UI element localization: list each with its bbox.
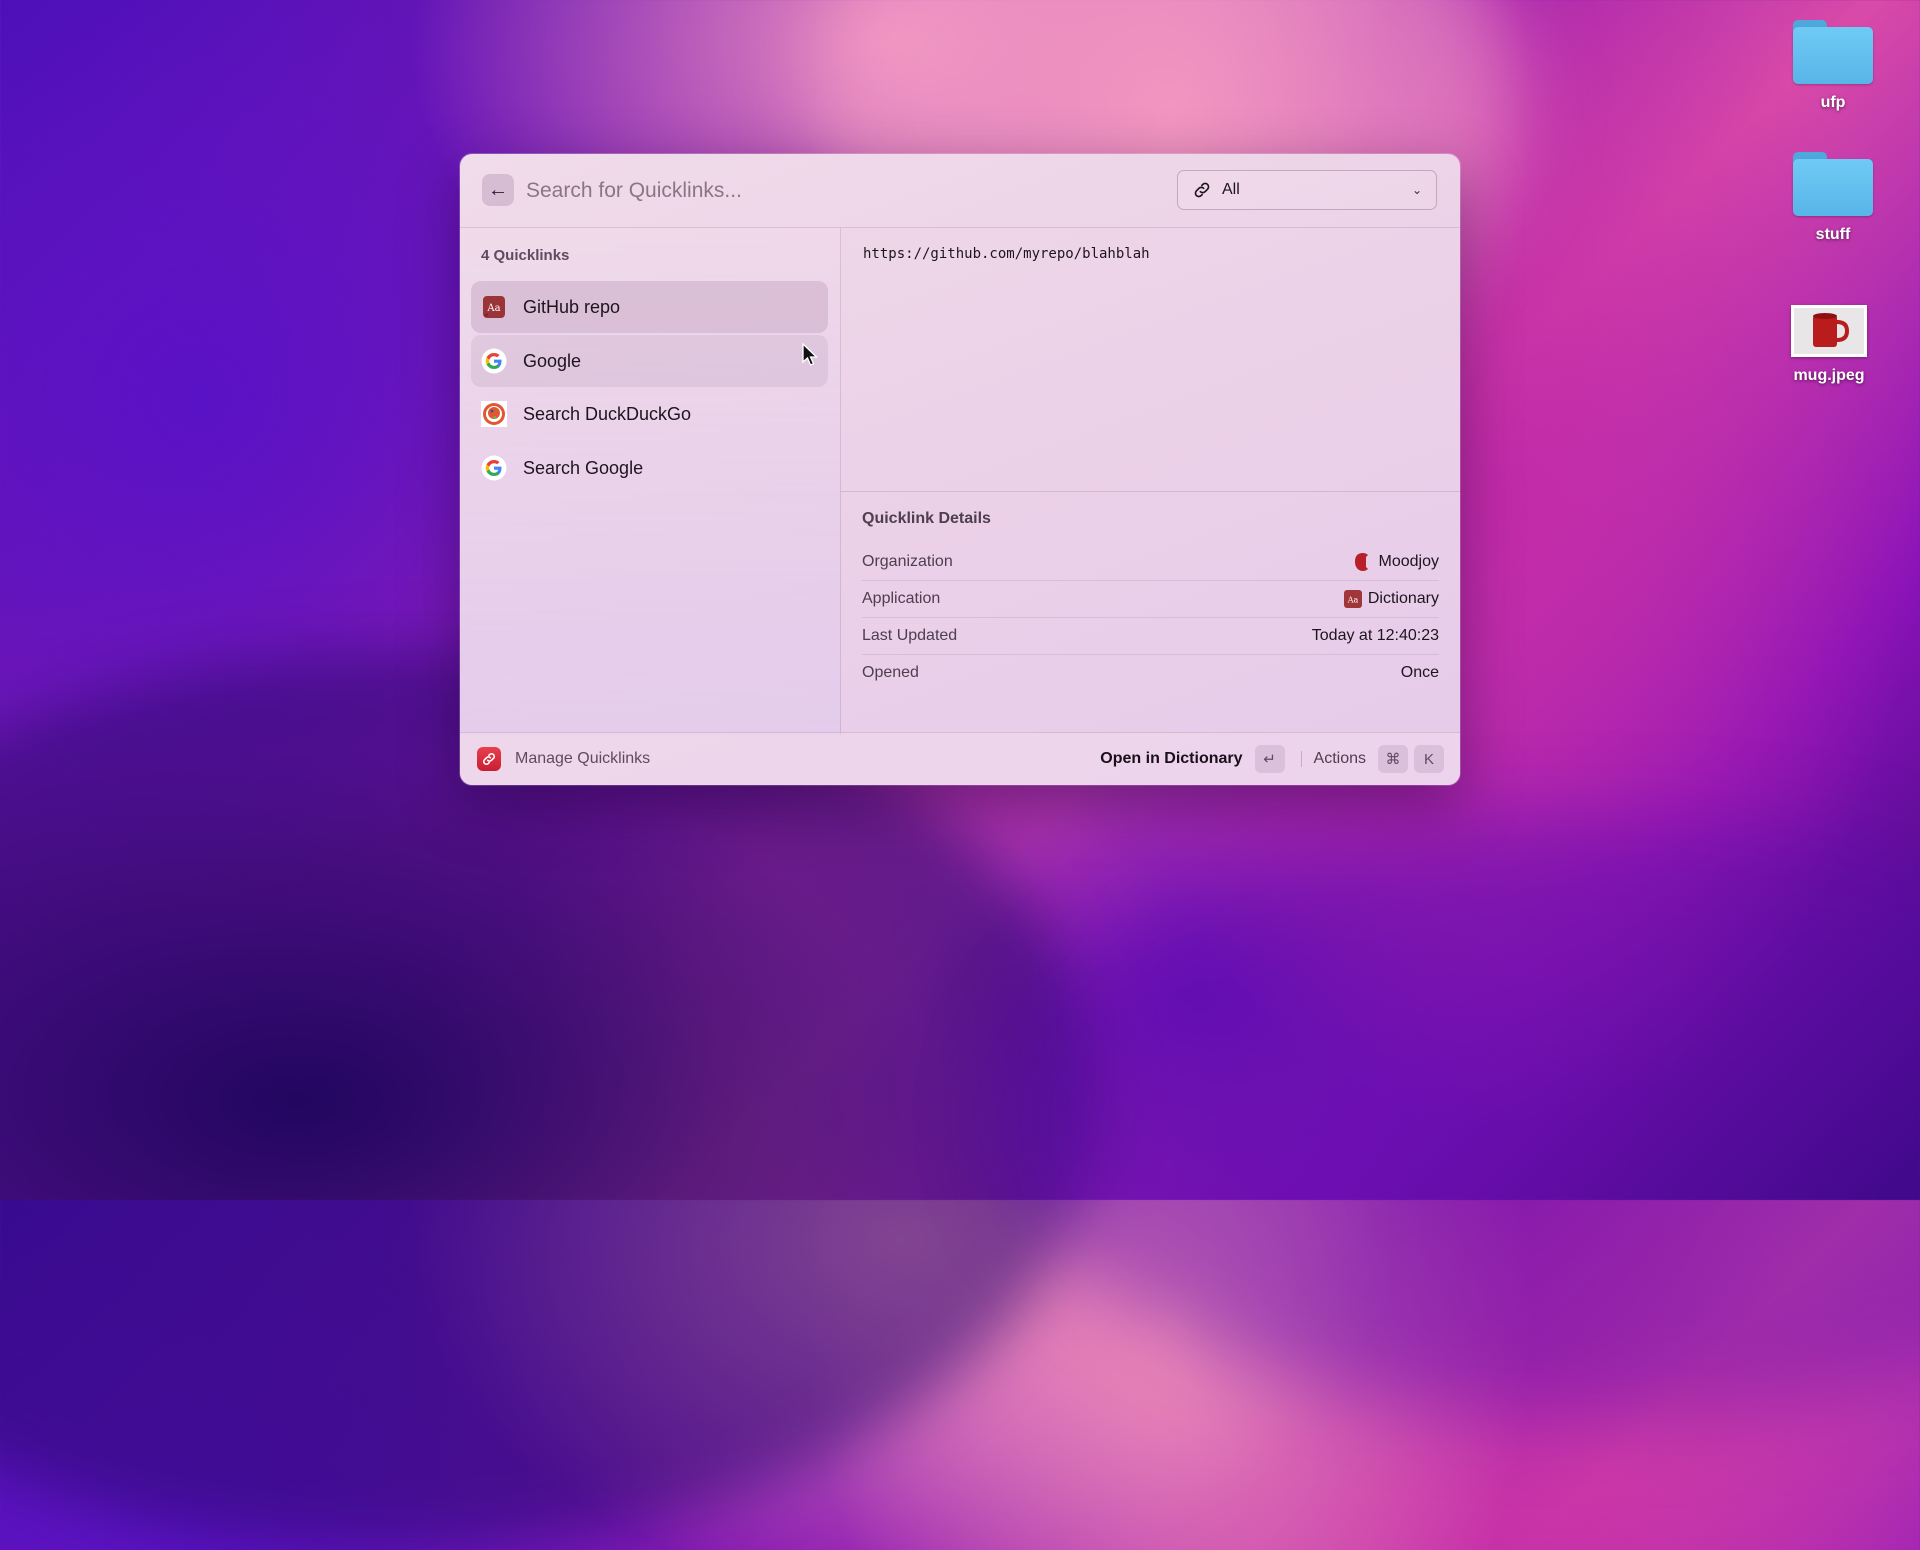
svg-text:Aa: Aa bbox=[1347, 595, 1359, 604]
duckduckgo-icon bbox=[481, 401, 507, 427]
dictionary-app-icon: Aa bbox=[1343, 589, 1362, 608]
desktop-item-label: stuff bbox=[1815, 226, 1851, 243]
quicklink-details: Quicklink Details Organization Moodjoy A… bbox=[841, 491, 1460, 735]
list-item[interactable]: Aa GitHub repo bbox=[471, 281, 828, 333]
desktop-item-stuff[interactable]: stuff bbox=[1773, 152, 1893, 244]
wallpaper-wave bbox=[0, 650, 1100, 1550]
detail-key: Application bbox=[862, 589, 941, 607]
detail-key: Opened bbox=[862, 663, 919, 681]
action-bar: Manage Quicklinks Open in Dictionary ↵ A… bbox=[460, 732, 1460, 785]
link-icon bbox=[1194, 182, 1210, 198]
detail-row-application: Application Aa Dictionary bbox=[862, 580, 1439, 618]
google-icon bbox=[481, 455, 507, 481]
detail-key: Last Updated bbox=[862, 626, 958, 644]
back-button[interactable]: ← bbox=[482, 174, 514, 206]
detail-panel: https://github.com/myrepo/blahblah Quick… bbox=[841, 228, 1460, 735]
arrow-left-icon: ← bbox=[488, 178, 508, 201]
detail-value: Moodjoy bbox=[1378, 552, 1439, 570]
quicklinks-list: 4 Quicklinks Aa GitHub repo Google Searc… bbox=[460, 228, 841, 735]
detail-value: Dictionary bbox=[1367, 589, 1439, 607]
details-title: Quicklink Details bbox=[862, 510, 991, 527]
search-input[interactable] bbox=[524, 172, 1128, 210]
desktop-item-ufp[interactable]: ufp bbox=[1773, 20, 1893, 112]
quicklinks-app-icon bbox=[477, 747, 501, 771]
detail-row-organization: Organization Moodjoy bbox=[862, 543, 1439, 581]
image-thumbnail-icon bbox=[1791, 305, 1867, 357]
moodjoy-icon bbox=[1353, 552, 1373, 572]
detail-value: Today at 12:40:23 bbox=[1311, 626, 1439, 644]
list-item[interactable]: Search DuckDuckGo bbox=[471, 388, 828, 440]
quicklinks-window: ← All ⌄ 4 Quicklinks Aa GitHub repo bbox=[460, 154, 1460, 785]
k-key-icon: K bbox=[1414, 745, 1444, 773]
list-item-label: Google bbox=[523, 350, 582, 371]
google-icon bbox=[481, 348, 507, 374]
list-item-label: Search Google bbox=[523, 457, 644, 478]
enter-key-icon: ↵ bbox=[1254, 745, 1285, 773]
manage-quicklinks-label[interactable]: Manage Quicklinks bbox=[515, 750, 650, 768]
filter-dropdown[interactable]: All ⌄ bbox=[1177, 170, 1437, 210]
desktop-item-label: ufp bbox=[1820, 94, 1846, 111]
folder-icon bbox=[1793, 152, 1873, 216]
detail-value: Once bbox=[1400, 663, 1439, 681]
wallpaper-wave bbox=[1000, 820, 1920, 1420]
desktop-item-label: mug.jpeg bbox=[1793, 367, 1865, 384]
detail-row-opened: Opened Once bbox=[862, 654, 1439, 691]
actions-button[interactable]: Actions bbox=[1314, 750, 1366, 768]
desktop-item-mug[interactable]: mug.jpeg bbox=[1769, 305, 1889, 385]
detail-key: Organization bbox=[862, 552, 953, 570]
section-title: 4 Quicklinks bbox=[481, 247, 570, 264]
divider bbox=[1300, 751, 1302, 767]
mouse-cursor-icon bbox=[802, 343, 819, 366]
chevron-down-icon: ⌄ bbox=[1411, 183, 1422, 197]
dictionary-app-icon: Aa bbox=[481, 294, 507, 320]
svg-text:Aa: Aa bbox=[486, 303, 500, 314]
folder-icon bbox=[1793, 20, 1873, 84]
list-item-label: Search DuckDuckGo bbox=[523, 403, 692, 424]
list-item-label: GitHub repo bbox=[523, 296, 621, 317]
quicklink-url: https://github.com/myrepo/blahblah bbox=[863, 246, 1150, 262]
search-bar: ← All ⌄ bbox=[460, 154, 1460, 228]
list-item[interactable]: Search Google bbox=[471, 442, 828, 494]
command-key-icon: ⌘ bbox=[1378, 745, 1408, 773]
filter-value: All bbox=[1222, 181, 1240, 198]
primary-action-button[interactable]: Open in Dictionary bbox=[1100, 750, 1242, 768]
list-item[interactable]: Google bbox=[471, 335, 828, 387]
detail-row-last-updated: Last Updated Today at 12:40:23 bbox=[862, 617, 1439, 655]
